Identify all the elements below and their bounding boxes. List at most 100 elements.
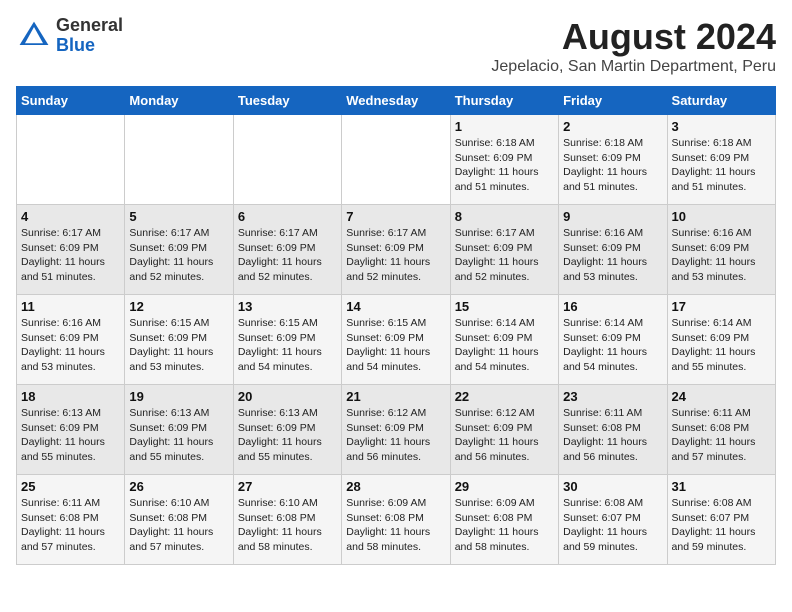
calendar-cell: 25 Sunrise: 6:11 AM Sunset: 6:08 PM Dayli… <box>17 475 125 565</box>
day-info: Sunrise: 6:13 AM Sunset: 6:09 PM Dayligh… <box>21 406 120 465</box>
day-number: 6 <box>238 209 337 224</box>
day-number: 31 <box>672 479 771 494</box>
day-info: Sunrise: 6:14 AM Sunset: 6:09 PM Dayligh… <box>672 316 771 375</box>
weekday-header-saturday: Saturday <box>667 87 775 115</box>
calendar-cell: 16 Sunrise: 6:14 AM Sunset: 6:09 PM Dayli… <box>559 295 667 385</box>
day-info: Sunrise: 6:08 AM Sunset: 6:07 PM Dayligh… <box>672 496 771 555</box>
weekday-header-row: SundayMondayTuesdayWednesdayThursdayFrid… <box>17 87 776 115</box>
weekday-header-tuesday: Tuesday <box>233 87 341 115</box>
calendar-cell: 10 Sunrise: 6:16 AM Sunset: 6:09 PM Dayli… <box>667 205 775 295</box>
day-number: 9 <box>563 209 662 224</box>
calendar-cell: 21Sunrise: 6:12 AM Sunset: 6:09 PM Dayli… <box>342 385 450 475</box>
day-info: Sunrise: 6:16 AM Sunset: 6:09 PM Dayligh… <box>672 226 771 285</box>
calendar-body: 1 Sunrise: 6:18 AM Sunset: 6:09 PM Daylig… <box>17 115 776 565</box>
day-info: Sunrise: 6:18 AM Sunset: 6:09 PM Dayligh… <box>672 136 771 195</box>
day-info: Sunrise: 6:10 AM Sunset: 6:08 PM Dayligh… <box>129 496 228 555</box>
calendar-cell: 22 Sunrise: 6:12 AM Sunset: 6:09 PM Dayli… <box>450 385 558 475</box>
day-number: 16 <box>563 299 662 314</box>
calendar-cell: 30 Sunrise: 6:08 AM Sunset: 6:07 PM Dayli… <box>559 475 667 565</box>
week-row-4: 18 Sunrise: 6:13 AM Sunset: 6:09 PM Dayli… <box>17 385 776 475</box>
calendar-cell: 3 Sunrise: 6:18 AM Sunset: 6:09 PM Daylig… <box>667 115 775 205</box>
week-row-3: 11Sunrise: 6:16 AM Sunset: 6:09 PM Dayli… <box>17 295 776 385</box>
calendar-cell: 23Sunrise: 6:11 AM Sunset: 6:08 PM Dayli… <box>559 385 667 475</box>
weekday-header-sunday: Sunday <box>17 87 125 115</box>
day-info: Sunrise: 6:10 AM Sunset: 6:08 PM Dayligh… <box>238 496 337 555</box>
calendar-cell: 26 Sunrise: 6:10 AM Sunset: 6:08 PM Dayli… <box>125 475 233 565</box>
day-number: 1 <box>455 119 554 134</box>
calendar-cell: 13Sunrise: 6:15 AM Sunset: 6:09 PM Dayli… <box>233 295 341 385</box>
weekday-header-friday: Friday <box>559 87 667 115</box>
day-info: Sunrise: 6:14 AM Sunset: 6:09 PM Dayligh… <box>455 316 554 375</box>
day-info: Sunrise: 6:18 AM Sunset: 6:09 PM Dayligh… <box>563 136 662 195</box>
week-row-2: 4 Sunrise: 6:17 AM Sunset: 6:09 PM Daylig… <box>17 205 776 295</box>
week-row-5: 25 Sunrise: 6:11 AM Sunset: 6:08 PM Dayli… <box>17 475 776 565</box>
day-info: Sunrise: 6:18 AM Sunset: 6:09 PM Dayligh… <box>455 136 554 195</box>
logo: General Blue <box>16 16 123 56</box>
day-info: Sunrise: 6:17 AM Sunset: 6:09 PM Dayligh… <box>238 226 337 285</box>
day-number: 7 <box>346 209 445 224</box>
day-info: Sunrise: 6:17 AM Sunset: 6:09 PM Dayligh… <box>129 226 228 285</box>
calendar-cell: 2 Sunrise: 6:18 AM Sunset: 6:09 PM Daylig… <box>559 115 667 205</box>
day-info: Sunrise: 6:13 AM Sunset: 6:09 PM Dayligh… <box>129 406 228 465</box>
calendar-cell: 27 Sunrise: 6:10 AM Sunset: 6:08 PM Dayli… <box>233 475 341 565</box>
calendar-cell: 17 Sunrise: 6:14 AM Sunset: 6:09 PM Dayli… <box>667 295 775 385</box>
calendar-cell: 1 Sunrise: 6:18 AM Sunset: 6:09 PM Daylig… <box>450 115 558 205</box>
day-number: 2 <box>563 119 662 134</box>
day-info: Sunrise: 6:12 AM Sunset: 6:09 PM Dayligh… <box>455 406 554 465</box>
day-info: Sunrise: 6:08 AM Sunset: 6:07 PM Dayligh… <box>563 496 662 555</box>
logo-text: General Blue <box>56 16 123 56</box>
weekday-header-thursday: Thursday <box>450 87 558 115</box>
weekday-header-monday: Monday <box>125 87 233 115</box>
calendar-cell: 5 Sunrise: 6:17 AM Sunset: 6:09 PM Daylig… <box>125 205 233 295</box>
calendar-cell: 4 Sunrise: 6:17 AM Sunset: 6:09 PM Daylig… <box>17 205 125 295</box>
calendar-header: SundayMondayTuesdayWednesdayThursdayFrid… <box>17 87 776 115</box>
day-number: 3 <box>672 119 771 134</box>
day-number: 29 <box>455 479 554 494</box>
calendar-cell: 19 Sunrise: 6:13 AM Sunset: 6:09 PM Dayli… <box>125 385 233 475</box>
day-number: 20 <box>238 389 337 404</box>
day-number: 25 <box>21 479 120 494</box>
day-number: 19 <box>129 389 228 404</box>
logo-general-text: General <box>56 15 123 35</box>
calendar-cell: 9 Sunrise: 6:16 AM Sunset: 6:09 PM Daylig… <box>559 205 667 295</box>
day-info: Sunrise: 6:11 AM Sunset: 6:08 PM Dayligh… <box>672 406 771 465</box>
day-info: Sunrise: 6:16 AM Sunset: 6:09 PM Dayligh… <box>563 226 662 285</box>
day-info: Sunrise: 6:15 AM Sunset: 6:09 PM Dayligh… <box>238 316 337 375</box>
day-number: 11 <box>21 299 120 314</box>
calendar-cell <box>233 115 341 205</box>
logo-blue-text: Blue <box>56 35 95 55</box>
day-info: Sunrise: 6:11 AM Sunset: 6:08 PM Dayligh… <box>21 496 120 555</box>
day-number: 21 <box>346 389 445 404</box>
day-number: 10 <box>672 209 771 224</box>
day-number: 22 <box>455 389 554 404</box>
calendar-cell: 28 Sunrise: 6:09 AM Sunset: 6:08 PM Dayli… <box>342 475 450 565</box>
day-info: Sunrise: 6:17 AM Sunset: 6:09 PM Dayligh… <box>455 226 554 285</box>
calendar-cell: 6 Sunrise: 6:17 AM Sunset: 6:09 PM Daylig… <box>233 205 341 295</box>
day-number: 18 <box>21 389 120 404</box>
calendar-cell <box>17 115 125 205</box>
week-row-1: 1 Sunrise: 6:18 AM Sunset: 6:09 PM Daylig… <box>17 115 776 205</box>
day-info: Sunrise: 6:14 AM Sunset: 6:09 PM Dayligh… <box>563 316 662 375</box>
calendar-cell: 7 Sunrise: 6:17 AM Sunset: 6:09 PM Daylig… <box>342 205 450 295</box>
calendar-cell: 14Sunrise: 6:15 AM Sunset: 6:09 PM Dayli… <box>342 295 450 385</box>
title-block: August 2024 Jepelacio, San Martin Depart… <box>491 16 776 76</box>
day-number: 17 <box>672 299 771 314</box>
calendar-cell: 18 Sunrise: 6:13 AM Sunset: 6:09 PM Dayli… <box>17 385 125 475</box>
calendar-cell: 12Sunrise: 6:15 AM Sunset: 6:09 PM Dayli… <box>125 295 233 385</box>
day-info: Sunrise: 6:17 AM Sunset: 6:09 PM Dayligh… <box>346 226 445 285</box>
day-info: Sunrise: 6:09 AM Sunset: 6:08 PM Dayligh… <box>455 496 554 555</box>
day-number: 4 <box>21 209 120 224</box>
day-number: 5 <box>129 209 228 224</box>
day-info: Sunrise: 6:13 AM Sunset: 6:09 PM Dayligh… <box>238 406 337 465</box>
day-info: Sunrise: 6:17 AM Sunset: 6:09 PM Dayligh… <box>21 226 120 285</box>
day-number: 26 <box>129 479 228 494</box>
day-number: 30 <box>563 479 662 494</box>
day-info: Sunrise: 6:09 AM Sunset: 6:08 PM Dayligh… <box>346 496 445 555</box>
day-number: 27 <box>238 479 337 494</box>
day-number: 15 <box>455 299 554 314</box>
logo-icon <box>16 18 52 54</box>
calendar-cell <box>125 115 233 205</box>
day-number: 28 <box>346 479 445 494</box>
day-number: 24 <box>672 389 771 404</box>
calendar-cell: 31 Sunrise: 6:08 AM Sunset: 6:07 PM Dayli… <box>667 475 775 565</box>
